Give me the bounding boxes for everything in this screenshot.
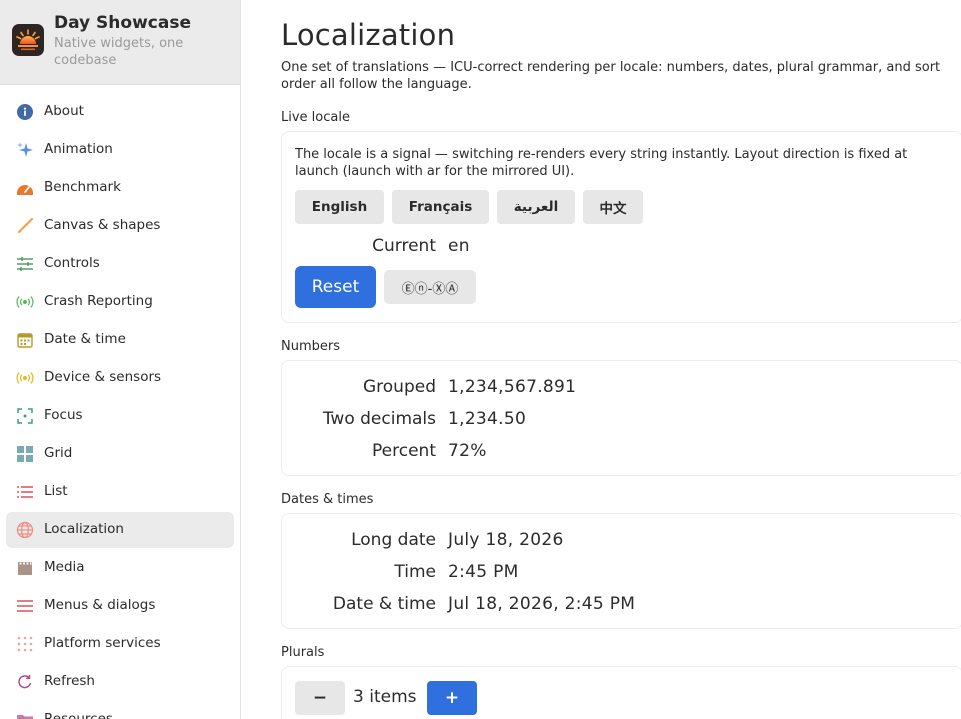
- language-button-arabic[interactable]: العربية: [497, 190, 575, 224]
- globe-icon: [16, 521, 34, 539]
- sidebar-item-label: Media: [44, 559, 85, 575]
- page-title: Localization: [281, 18, 456, 52]
- plurals-label: Plurals: [281, 645, 325, 660]
- sidebar-item-focus[interactable]: Focus: [6, 398, 234, 434]
- grouped-key: Grouped: [362, 377, 436, 397]
- pseudo-locale-button[interactable]: Ⓔⓝ-ⓍⒶ: [384, 270, 476, 304]
- sidebar-item-date-time[interactable]: Date & time: [6, 322, 234, 358]
- percent-value: 72%: [448, 441, 487, 461]
- sparkle-icon: [16, 141, 34, 159]
- grouped-value: 1,234,567.891: [448, 377, 577, 397]
- sidebar-item-label: Benchmark: [44, 179, 121, 195]
- items-count: 3 items: [353, 687, 417, 707]
- sidebar-nav: About Animation Benchmark Canvas & shape…: [6, 94, 234, 719]
- live-locale-card: The locale is a signal — switching re-re…: [281, 131, 961, 323]
- language-button-english[interactable]: English: [295, 190, 384, 224]
- app-logo: [12, 24, 44, 56]
- sidebar-item-label: Date & time: [44, 331, 126, 347]
- sidebar-item-resources[interactable]: Resources: [6, 702, 234, 719]
- live-locale-label: Live locale: [281, 110, 350, 125]
- sidebar-item-refresh[interactable]: Refresh: [6, 664, 234, 700]
- list-icon: [16, 483, 34, 501]
- increment-button[interactable]: +: [427, 681, 477, 715]
- sidebar: Day Showcase Native widgets, one codebas…: [0, 0, 241, 719]
- sidebar-item-crash-reporting[interactable]: Crash Reporting: [6, 284, 234, 320]
- current-locale-value: en: [448, 236, 470, 256]
- dates-times-label: Dates & times: [281, 492, 374, 507]
- sidebar-item-label: Controls: [44, 255, 100, 271]
- sidebar-item-grid[interactable]: Grid: [6, 436, 234, 472]
- sidebar-item-label: Device & sensors: [44, 369, 162, 385]
- sidebar-item-label: Localization: [44, 521, 124, 537]
- long-date-value: July 18, 2026: [448, 530, 564, 550]
- reset-button[interactable]: Reset: [295, 266, 376, 308]
- sidebar-header: Day Showcase Native widgets, one codebas…: [0, 0, 240, 85]
- sidebar-item-canvas-shapes[interactable]: Canvas & shapes: [6, 208, 234, 244]
- current-locale-key: Current: [372, 236, 436, 256]
- sensor-icon: [16, 369, 34, 387]
- sidebar-item-controls[interactable]: Controls: [6, 246, 234, 282]
- numbers-card: Grouped 1,234,567.891 Two decimals 1,234…: [281, 360, 961, 476]
- two-decimals-value: 1,234.50: [448, 409, 527, 429]
- sidebar-item-animation[interactable]: Animation: [6, 132, 234, 168]
- time-key: Time: [394, 562, 436, 582]
- sidebar-item-label: List: [44, 483, 68, 499]
- language-button-french[interactable]: Français: [392, 190, 489, 224]
- speedometer-icon: [16, 179, 34, 197]
- sidebar-item-about[interactable]: About: [6, 94, 234, 130]
- percent-key: Percent: [372, 441, 436, 461]
- sidebar-item-media[interactable]: Media: [6, 550, 234, 586]
- sidebar-item-device-sensors[interactable]: Device & sensors: [6, 360, 234, 396]
- app-title: Day Showcase: [54, 13, 191, 33]
- film-icon: [16, 559, 34, 577]
- sidebar-item-label: Menus & dialogs: [44, 597, 156, 613]
- sidebar-item-label: About: [44, 103, 84, 119]
- focus-icon: [16, 407, 34, 425]
- info-icon: [16, 103, 34, 121]
- language-button-chinese[interactable]: 中文: [583, 190, 643, 224]
- sidebar-item-menus-dialogs[interactable]: Menus & dialogs: [6, 588, 234, 624]
- sidebar-item-benchmark[interactable]: Benchmark: [6, 170, 234, 206]
- dots-grid-icon: [16, 635, 34, 653]
- broadcast-icon: [16, 293, 34, 311]
- main-content: Localization One set of translations — I…: [241, 0, 961, 719]
- date-time-value: Jul 18, 2026, 2:45 PM: [448, 594, 636, 614]
- menu-icon: [16, 597, 34, 615]
- sidebar-item-label: Animation: [44, 141, 113, 157]
- sidebar-item-platform-services[interactable]: Platform services: [6, 626, 234, 662]
- sidebar-item-label: Grid: [44, 445, 73, 461]
- sidebar-item-label: Focus: [44, 407, 83, 423]
- sidebar-item-label: Canvas & shapes: [44, 217, 161, 233]
- sidebar-item-label: Resources: [44, 711, 113, 719]
- folder-icon: [16, 711, 34, 719]
- grid-icon: [16, 445, 34, 463]
- sidebar-item-list[interactable]: List: [6, 474, 234, 510]
- page-description: One set of translations — ICU-correct re…: [281, 60, 941, 92]
- sidebar-item-label: Platform services: [44, 635, 161, 651]
- sidebar-item-label: Crash Reporting: [44, 293, 153, 309]
- two-decimals-key: Two decimals: [322, 409, 436, 429]
- app-subtitle: Native widgets, one codebase: [54, 36, 184, 68]
- date-time-key: Date & time: [332, 594, 436, 614]
- locale-note: The locale is a signal — switching re-re…: [295, 147, 908, 179]
- time-value: 2:45 PM: [448, 562, 519, 582]
- sliders-icon: [16, 255, 34, 273]
- sidebar-item-localization[interactable]: Localization: [6, 512, 234, 548]
- decrement-button[interactable]: −: [295, 681, 345, 715]
- brush-icon: [16, 217, 34, 235]
- dates-times-card: Long date July 18, 2026 Time 2:45 PM Dat…: [281, 513, 961, 629]
- refresh-icon: [16, 673, 34, 691]
- numbers-label: Numbers: [281, 339, 340, 354]
- long-date-key: Long date: [351, 530, 436, 550]
- sidebar-item-label: Refresh: [44, 673, 95, 689]
- calendar-icon: [16, 331, 34, 349]
